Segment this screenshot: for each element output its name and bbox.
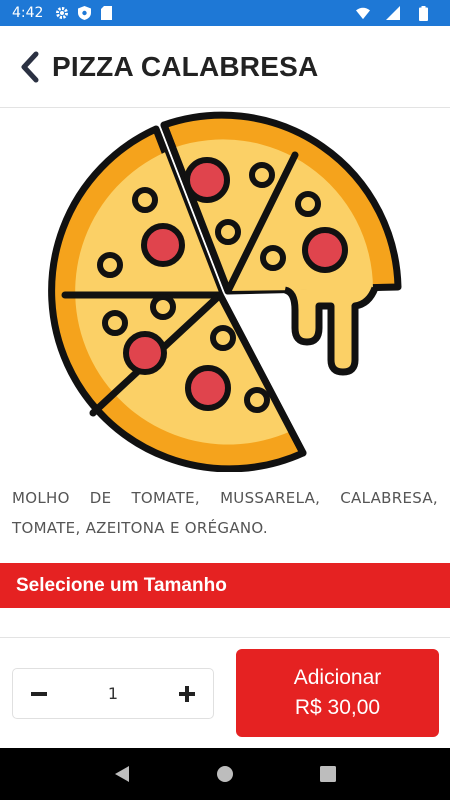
nav-back-button[interactable] — [102, 754, 142, 794]
quantity-stepper: 1 — [12, 668, 214, 719]
status-time: 4:42 — [12, 5, 44, 21]
pizza-image — [45, 110, 405, 473]
nav-home-button[interactable] — [205, 754, 245, 794]
divider — [0, 637, 450, 638]
wifi-icon — [356, 6, 370, 20]
add-to-cart-button[interactable]: Adicionar R$ 30,00 — [236, 649, 439, 737]
gear-icon — [55, 6, 69, 20]
pizza-icon — [48, 111, 402, 473]
signal-icon — [386, 6, 400, 20]
nav-recents-button[interactable] — [308, 754, 348, 794]
shield-icon — [77, 6, 91, 20]
recents-square-icon — [320, 766, 337, 782]
back-triangle-icon — [114, 766, 129, 782]
system-nav-bar — [0, 748, 450, 800]
add-button-price: R$ 30,00 — [294, 696, 381, 719]
quantity-value: 1 — [107, 684, 119, 703]
product-description: MOLHO DE TOMATE, MUSSARELA, CALABRESA, T… — [12, 489, 438, 537]
sd-card-icon — [99, 6, 113, 20]
minus-icon — [31, 691, 47, 696]
plus-icon — [179, 685, 195, 702]
size-selector[interactable]: Selecione um Tamanho — [0, 563, 450, 608]
battery-icon — [416, 5, 430, 21]
chevron-left-icon — [21, 51, 39, 82]
page-title: PIZZA CALABRESA — [52, 50, 319, 82]
size-selector-label: Selecione um Tamanho — [16, 574, 227, 596]
status-bar: 4:42 — [0, 0, 450, 26]
add-button-label: Adicionar — [293, 666, 382, 689]
app-header: PIZZA CALABRESA — [0, 26, 450, 108]
back-button[interactable] — [16, 47, 44, 87]
decrease-quantity-button[interactable] — [27, 682, 51, 706]
increase-quantity-button[interactable] — [175, 682, 199, 706]
home-circle-icon — [216, 766, 233, 782]
